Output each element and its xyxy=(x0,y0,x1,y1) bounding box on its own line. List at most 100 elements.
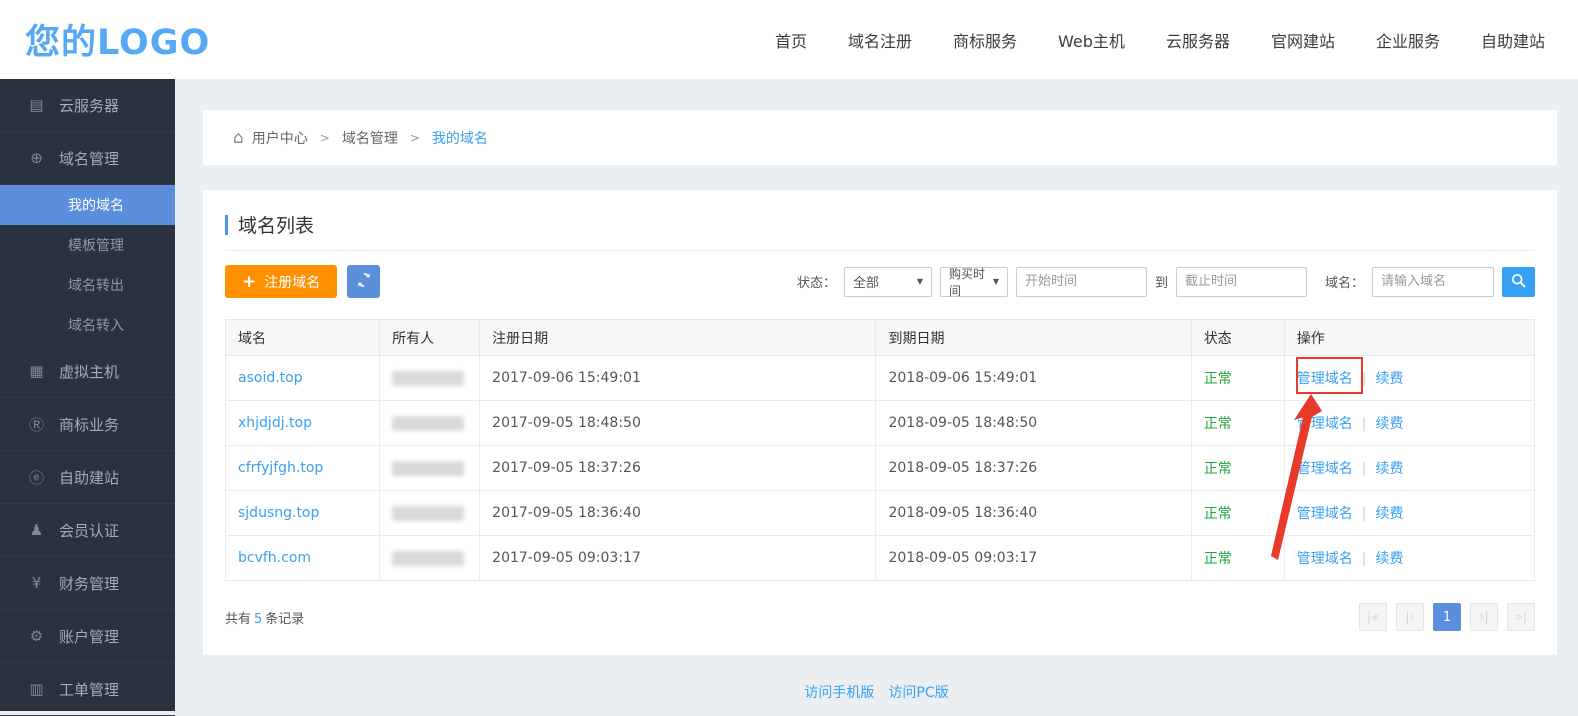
top-nav-item[interactable]: Web主机 xyxy=(1058,28,1125,52)
sidebar-subitem[interactable]: 域名转出 xyxy=(0,265,175,305)
top-nav-item[interactable]: 首页 xyxy=(775,28,807,52)
table-header-row: 域名 所有人 注册日期 到期日期 状态 操作 xyxy=(226,320,1535,356)
site-builder-icon: ⓔ xyxy=(27,467,46,488)
action-separator: | xyxy=(1362,551,1367,567)
record-count: 共有5条记录 xyxy=(225,608,304,627)
sidebar-item-8[interactable]: ⓔ 自助建站 xyxy=(0,451,175,504)
pagination: |« |‹ 1 ›| »| xyxy=(1359,603,1535,631)
owner-redacted xyxy=(392,371,464,386)
end-date-input[interactable] xyxy=(1176,267,1307,297)
renew-link[interactable]: 续费 xyxy=(1375,551,1403,567)
table-row: asoid.top 2017-09-06 15:49:01 2018-09-06… xyxy=(226,356,1535,401)
breadcrumb-card: ⌂ 用户中心>域名管理>我的域名 xyxy=(203,110,1557,165)
action-separator: | xyxy=(1362,416,1367,432)
top-nav-item[interactable]: 官网建站 xyxy=(1271,28,1335,52)
status-badge: 正常 xyxy=(1204,371,1232,387)
expires-date: 2018-09-05 18:37:26 xyxy=(888,460,1037,476)
breadcrumb-link[interactable]: 我的域名 xyxy=(432,128,488,148)
status-badge: 正常 xyxy=(1204,551,1232,567)
cloud-server-icon: ▤ xyxy=(27,96,46,114)
domain-table: 域名 所有人 注册日期 到期日期 状态 操作 asoid.top 2017-09… xyxy=(225,319,1535,581)
expires-date: 2018-09-05 18:48:50 xyxy=(888,415,1037,431)
status-filter-label: 状态： xyxy=(797,272,836,291)
expires-date: 2018-09-05 09:03:17 xyxy=(888,550,1037,566)
filter-bar: 状态： 全部 ▼ 购买时间 ▼ 到 域名： xyxy=(797,267,1535,297)
renew-link[interactable]: 续费 xyxy=(1375,371,1403,387)
refresh-icon xyxy=(356,272,372,291)
first-page-button[interactable]: |« xyxy=(1359,603,1387,631)
top-nav-item[interactable]: 商标服务 xyxy=(953,28,1017,52)
table-row: xhjdjdj.top 2017-09-05 18:48:50 2018-09-… xyxy=(226,401,1535,446)
start-date-input[interactable] xyxy=(1016,267,1147,297)
col-header-owner: 所有人 xyxy=(380,320,480,356)
trademark-icon: Ⓡ xyxy=(27,414,46,435)
footer-link[interactable]: 访问手机版 xyxy=(804,685,874,701)
domain-link[interactable]: cfrfyjfgh.top xyxy=(238,460,323,476)
table-row: cfrfyjfgh.top 2017-09-05 18:37:26 2018-0… xyxy=(226,446,1535,491)
renew-link[interactable]: 续费 xyxy=(1375,461,1403,477)
registered-date: 2017-09-05 18:37:26 xyxy=(492,460,641,476)
status-badge: 正常 xyxy=(1204,461,1232,477)
record-count-suffix: 条记录 xyxy=(265,612,304,627)
sidebar-subitem[interactable]: 域名转入 xyxy=(0,305,175,345)
manage-domain-link[interactable]: 管理域名 xyxy=(1297,461,1353,477)
status-badge: 正常 xyxy=(1204,416,1232,432)
manage-domain-link[interactable]: 管理域名 xyxy=(1297,506,1353,522)
manage-domain-link[interactable]: 管理域名 xyxy=(1297,551,1353,567)
sidebar-item-1[interactable]: ⊕ 域名管理 xyxy=(0,132,175,185)
registered-date: 2017-09-05 09:03:17 xyxy=(492,550,641,566)
action-separator: | xyxy=(1362,461,1367,477)
register-domain-button[interactable]: + 注册域名 xyxy=(225,265,337,298)
sidebar-item-10[interactable]: ¥ 财务管理 xyxy=(0,557,175,610)
site-footer: 访问手机版访问PC版 xyxy=(175,682,1578,702)
top-nav-item[interactable]: 云服务器 xyxy=(1166,28,1230,52)
top-nav-item[interactable]: 自助建站 xyxy=(1481,28,1545,52)
col-header-domain: 域名 xyxy=(226,320,380,356)
sidebar-item-12[interactable]: ▥ 工单管理 xyxy=(0,663,175,716)
page-1-button[interactable]: 1 xyxy=(1433,603,1461,631)
domain-link[interactable]: asoid.top xyxy=(238,370,303,386)
sidebar-item-7[interactable]: Ⓡ 商标业务 xyxy=(0,398,175,451)
last-page-button[interactable]: »| xyxy=(1507,603,1535,631)
record-count-prefix: 共有 xyxy=(225,612,251,627)
site-logo[interactable]: 您的LOGO xyxy=(25,14,210,65)
next-page-button[interactable]: ›| xyxy=(1470,603,1498,631)
expires-date: 2018-09-06 15:49:01 xyxy=(888,370,1037,386)
manage-domain-link[interactable]: 管理域名 xyxy=(1297,416,1353,432)
search-button[interactable] xyxy=(1502,267,1535,297)
sidebar-subitem[interactable]: 模板管理 xyxy=(0,225,175,265)
domain-link[interactable]: sjdusng.top xyxy=(238,505,319,521)
prev-page-button[interactable]: |‹ xyxy=(1396,603,1424,631)
sidebar-item-11[interactable]: ⚙ 账户管理 xyxy=(0,610,175,663)
footer-link[interactable]: 访问PC版 xyxy=(888,685,948,701)
sidebar-subitem[interactable]: 我的域名 xyxy=(0,185,175,225)
breadcrumb-link[interactable]: 用户中心 xyxy=(252,128,308,148)
search-icon xyxy=(1511,273,1526,291)
refresh-button[interactable] xyxy=(347,265,380,298)
domain-filter-label: 域名： xyxy=(1325,272,1364,291)
globe-icon: ⊕ xyxy=(27,149,46,167)
sidebar-item-6[interactable]: ▦ 虚拟主机 xyxy=(0,345,175,398)
plus-icon: + xyxy=(242,272,256,292)
top-nav-item[interactable]: 企业服务 xyxy=(1376,28,1440,52)
owner-redacted xyxy=(392,551,464,566)
col-header-status: 状态 xyxy=(1191,320,1284,356)
col-header-operation: 操作 xyxy=(1284,320,1534,356)
registered-date: 2017-09-05 18:36:40 xyxy=(492,505,641,521)
breadcrumb-link[interactable]: 域名管理 xyxy=(342,128,398,148)
renew-link[interactable]: 续费 xyxy=(1375,416,1403,432)
domain-search-input[interactable] xyxy=(1372,267,1494,297)
sidebar: ▤ 云服务器 ⊕ 域名管理 我的域名模板管理域名转出域名转入 ▦ 虚拟主机 Ⓡ … xyxy=(0,79,175,711)
top-nav-item[interactable]: 域名注册 xyxy=(848,28,912,52)
sidebar-item-9[interactable]: ♟ 会员认证 xyxy=(0,504,175,557)
domain-link[interactable]: xhjdjdj.top xyxy=(238,415,312,431)
renew-link[interactable]: 续费 xyxy=(1375,506,1403,522)
manage-domain-link[interactable]: 管理域名 xyxy=(1297,371,1353,387)
registered-date: 2017-09-06 15:49:01 xyxy=(492,370,641,386)
registered-date: 2017-09-05 18:48:50 xyxy=(492,415,641,431)
sidebar-item-0[interactable]: ▤ 云服务器 xyxy=(0,79,175,132)
domain-link[interactable]: bcvfh.com xyxy=(238,550,311,566)
time-type-select[interactable]: 购买时间 ▼ xyxy=(940,267,1008,297)
status-select[interactable]: 全部 ▼ xyxy=(844,267,932,297)
table-row: sjdusng.top 2017-09-05 18:36:40 2018-09-… xyxy=(226,491,1535,536)
